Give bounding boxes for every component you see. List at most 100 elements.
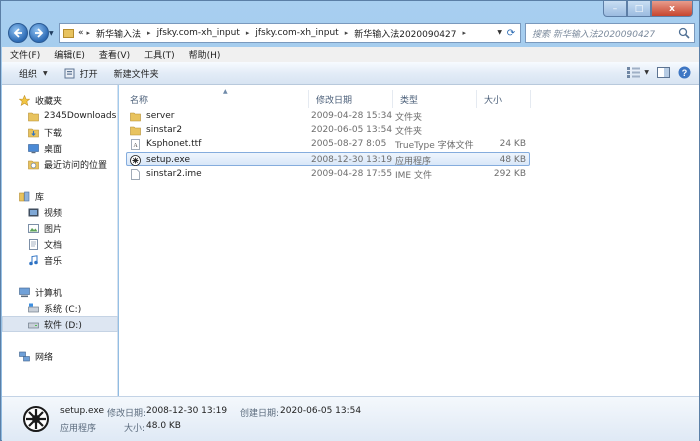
search-icon[interactable] bbox=[678, 27, 690, 39]
nav-item-documents[interactable]: 文档 bbox=[2, 236, 118, 252]
chevron-right-icon: ▸ bbox=[86, 29, 91, 37]
details-modified-label: 修改日期: bbox=[107, 409, 147, 419]
file-type: 文件夹 bbox=[395, 112, 423, 123]
navigation-pane: 收藏夹 2345Downloads 下载 桌面 最近访问的位置 库 视频 图片 … bbox=[2, 85, 118, 396]
file-name-cell: sinstar2.ime bbox=[130, 167, 202, 181]
column-label: 类型 bbox=[400, 95, 419, 106]
minimize-button[interactable]: – bbox=[603, 1, 627, 17]
setup-exe-large-icon bbox=[23, 406, 49, 432]
maximize-button[interactable]: □ bbox=[627, 1, 651, 17]
column-header-size[interactable]: 大小 bbox=[477, 90, 531, 108]
nav-libraries[interactable]: 库 bbox=[2, 188, 118, 204]
video-icon bbox=[28, 208, 39, 216]
menu-help[interactable]: 帮助(H) bbox=[189, 48, 221, 61]
address-bar[interactable]: « ▸ 新华输入法 ▸ jfsky.com-xh_input ▸ jfsky.c… bbox=[59, 23, 521, 43]
address-history-dropdown[interactable]: ▼ bbox=[497, 29, 502, 36]
column-header-type[interactable]: 类型 bbox=[393, 90, 477, 108]
file-date: 2005-08-27 8:05 bbox=[311, 139, 387, 149]
column-header-date[interactable]: 修改日期 bbox=[309, 90, 393, 108]
nav-label: 文档 bbox=[44, 240, 63, 251]
close-button[interactable]: x bbox=[651, 1, 693, 17]
nav-label: 库 bbox=[35, 192, 45, 203]
nav-item-recent-places[interactable]: 最近访问的位置 bbox=[2, 156, 118, 172]
nav-label: 桌面 bbox=[44, 144, 63, 155]
network-icon bbox=[19, 351, 30, 361]
nav-label: 计算机 bbox=[35, 288, 63, 299]
nav-item-drive-d[interactable]: 软件 (D:) bbox=[2, 316, 118, 332]
details-created-label: 创建日期: bbox=[240, 409, 280, 419]
breadcrumb-overflow[interactable]: « bbox=[78, 28, 84, 38]
nav-label: 系统 (C:) bbox=[44, 304, 82, 315]
recent-places-icon bbox=[28, 160, 39, 169]
breadcrumb-item[interactable]: 新华输入法 bbox=[96, 27, 141, 40]
file-name: sinstar2.ime bbox=[146, 169, 202, 179]
menu-bar: 文件(F) 编辑(E) 查看(V) 工具(T) 帮助(H) bbox=[2, 47, 699, 62]
nav-label: 最近访问的位置 bbox=[44, 160, 108, 171]
details-modified-value: 2008-12-30 13:19 bbox=[146, 406, 228, 416]
organize-button[interactable]: 组织 ▼ bbox=[19, 67, 48, 80]
nav-network[interactable]: 网络 bbox=[2, 348, 118, 364]
column-header-name[interactable]: 名称 ▲ bbox=[123, 88, 309, 108]
search-input[interactable]: 搜索 新华输入法2020090427 bbox=[525, 23, 695, 43]
nav-item-drive-c[interactable]: 系统 (C:) bbox=[2, 300, 118, 316]
nav-item-downloads[interactable]: 下载 bbox=[2, 124, 118, 140]
file-name: sinstar2 bbox=[146, 125, 183, 135]
nav-label: 音乐 bbox=[44, 256, 63, 267]
menu-edit[interactable]: 编辑(E) bbox=[54, 48, 85, 61]
chevron-down-icon[interactable]: ▼ bbox=[644, 69, 649, 76]
organize-label: 组织 bbox=[19, 69, 38, 80]
back-button[interactable] bbox=[8, 23, 28, 43]
menu-file[interactable]: 文件(F) bbox=[10, 48, 40, 61]
details-size-value: 48.0 KB bbox=[146, 421, 181, 431]
new-folder-button[interactable]: 新建文件夹 bbox=[114, 67, 159, 80]
file-row-sinstar2[interactable]: sinstar2 2020-06-05 13:54 文件夹 bbox=[126, 123, 530, 137]
folder-icon bbox=[63, 28, 74, 38]
help-icon[interactable]: ? bbox=[678, 66, 691, 79]
view-options-icon[interactable] bbox=[627, 67, 641, 78]
command-bar: 组织 ▼ 打开 新建文件夹 ▼ ? bbox=[2, 62, 699, 85]
file-row-setup-exe[interactable]: setup.exe 2008-12-30 13:19 应用程序 48 KB bbox=[126, 152, 530, 167]
file-name-cell: server bbox=[130, 109, 175, 123]
refresh-icon[interactable]: ⟳ bbox=[504, 26, 518, 40]
file-name: setup.exe bbox=[146, 155, 190, 165]
nav-item-pictures[interactable]: 图片 bbox=[2, 220, 118, 236]
chevron-right-icon[interactable]: ▸ bbox=[246, 29, 250, 37]
drive-icon bbox=[28, 322, 39, 328]
file-row-sinstar2-ime[interactable]: sinstar2.ime 2009-04-28 17:55 IME 文件 292… bbox=[126, 167, 530, 181]
nav-label: 收藏夹 bbox=[35, 96, 63, 107]
chevron-right-icon[interactable]: ▸ bbox=[462, 29, 466, 37]
menu-tools[interactable]: 工具(T) bbox=[144, 48, 175, 61]
file-name-cell: setup.exe bbox=[130, 153, 190, 167]
search-placeholder: 搜索 新华输入法2020090427 bbox=[532, 29, 656, 40]
arrow-right-icon bbox=[35, 28, 44, 38]
nav-computer[interactable]: 计算机 bbox=[2, 284, 118, 300]
breadcrumb: « ▸ 新华输入法 ▸ jfsky.com-xh_input ▸ jfsky.c… bbox=[78, 27, 472, 40]
column-label: 大小 bbox=[484, 95, 503, 106]
open-button[interactable]: 打开 bbox=[64, 67, 98, 80]
nav-item-2345downloads[interactable]: 2345Downloads bbox=[2, 108, 118, 124]
file-row-server[interactable]: server 2009-04-28 15:34 文件夹 bbox=[126, 109, 530, 123]
forward-button[interactable] bbox=[29, 23, 49, 43]
nav-label: 2345Downloads bbox=[44, 111, 117, 121]
breadcrumb-item[interactable]: 新华输入法2020090427 bbox=[354, 27, 456, 40]
file-list: 名称 ▲ 修改日期 类型 大小 server 2009-04-28 15:34 … bbox=[119, 85, 699, 396]
file-row-ksphonet[interactable]: A Ksphonet.ttf 2005-08-27 8:05 TrueType … bbox=[126, 137, 530, 151]
breadcrumb-item[interactable]: jfsky.com-xh_input bbox=[255, 28, 338, 38]
new-folder-label: 新建文件夹 bbox=[113, 69, 159, 80]
nav-label: 软件 (D:) bbox=[44, 320, 82, 331]
preview-pane-icon[interactable] bbox=[657, 67, 670, 78]
nav-item-videos[interactable]: 视频 bbox=[2, 204, 118, 220]
recent-pages-dropdown[interactable]: ▼ bbox=[49, 30, 54, 37]
nav-label: 下载 bbox=[44, 128, 63, 139]
chevron-right-icon[interactable]: ▸ bbox=[147, 29, 151, 37]
star-icon bbox=[19, 94, 30, 106]
breadcrumb-item[interactable]: jfsky.com-xh_input bbox=[157, 28, 240, 38]
nav-label: 视频 bbox=[44, 208, 63, 219]
desktop-icon bbox=[28, 143, 39, 153]
nav-favorites[interactable]: 收藏夹 bbox=[2, 92, 118, 108]
menu-view[interactable]: 查看(V) bbox=[99, 48, 130, 61]
chevron-right-icon[interactable]: ▸ bbox=[345, 29, 349, 37]
address-row: ▼ « ▸ 新华输入法 ▸ jfsky.com-xh_input ▸ jfsky… bbox=[1, 20, 700, 46]
nav-item-music[interactable]: 音乐 bbox=[2, 252, 118, 268]
nav-item-desktop[interactable]: 桌面 bbox=[2, 140, 118, 156]
